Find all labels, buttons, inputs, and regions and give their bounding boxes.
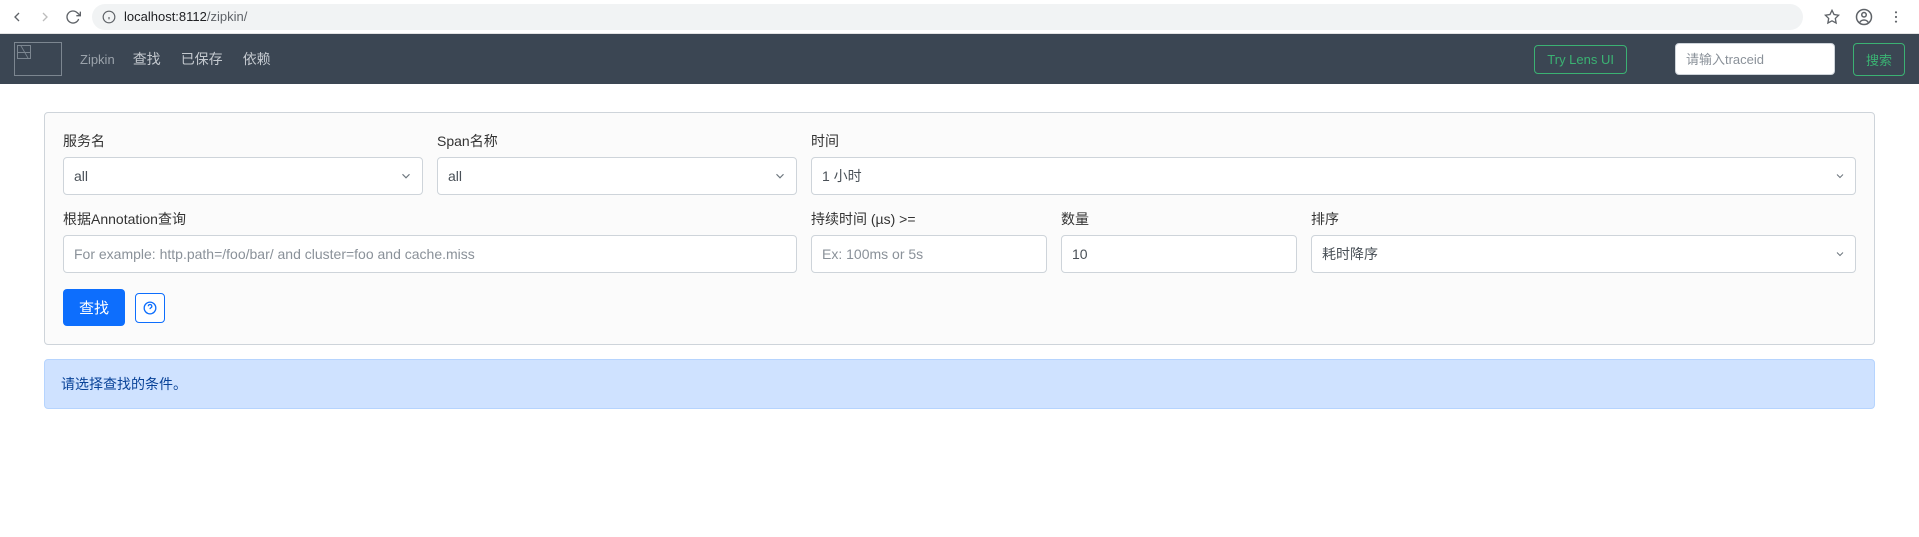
field-span: Span名称	[437, 131, 797, 195]
field-sort: 排序 耗时降序	[1311, 209, 1856, 273]
limit-input[interactable]	[1061, 235, 1297, 273]
header-search-button[interactable]: 搜索	[1853, 43, 1905, 76]
service-select[interactable]	[63, 157, 423, 195]
star-icon[interactable]	[1823, 8, 1841, 26]
time-select[interactable]: 1 小时	[811, 157, 1856, 195]
sort-select[interactable]: 耗时降序	[1311, 235, 1856, 273]
row-2: 根据Annotation查询 持续时间 (µs) >= 数量 排序 耗时降序	[63, 209, 1856, 273]
search-panel: 服务名 Span名称 时间	[44, 112, 1875, 345]
traceid-input[interactable]	[1675, 43, 1835, 75]
actions-row: 查找	[63, 289, 1856, 326]
broken-image-icon	[17, 45, 31, 59]
back-icon[interactable]	[8, 8, 26, 26]
address-bar[interactable]: localhost:8112/zipkin/	[92, 4, 1803, 30]
alert-message: 请选择查找的条件。	[61, 376, 187, 392]
field-limit: 数量	[1061, 209, 1297, 273]
nav-saved[interactable]: 已保存	[181, 49, 223, 69]
try-lens-button[interactable]: Try Lens UI	[1534, 45, 1627, 74]
browser-right-icons	[1823, 8, 1905, 26]
forward-icon[interactable]	[36, 8, 54, 26]
field-time: 时间 1 小时	[811, 131, 1856, 195]
span-select[interactable]	[437, 157, 797, 195]
profile-icon[interactable]	[1855, 8, 1873, 26]
label-time: 时间	[811, 131, 1856, 151]
label-duration: 持续时间 (µs) >=	[811, 209, 1047, 229]
label-limit: 数量	[1061, 209, 1297, 229]
label-span: Span名称	[437, 131, 797, 151]
logo-placeholder	[14, 42, 62, 76]
time-select-wrap: 1 小时	[811, 157, 1856, 195]
url-text: localhost:8112/zipkin/	[124, 9, 247, 24]
field-service: 服务名	[63, 131, 423, 195]
nav-links: 查找 已保存 依赖	[133, 49, 271, 69]
field-annotation: 根据Annotation查询	[63, 209, 797, 273]
duration-input[interactable]	[811, 235, 1047, 273]
help-button[interactable]	[135, 293, 165, 323]
nav-find[interactable]: 查找	[133, 49, 161, 69]
label-service: 服务名	[63, 131, 423, 151]
span-select-wrap	[437, 157, 797, 195]
nav-deps[interactable]: 依赖	[243, 49, 271, 69]
service-select-wrap	[63, 157, 423, 195]
main-container: 服务名 Span名称 时间	[0, 84, 1919, 437]
browser-chrome: localhost:8112/zipkin/	[0, 0, 1919, 34]
reload-icon[interactable]	[64, 8, 82, 26]
alert-info: 请选择查找的条件。	[44, 359, 1875, 409]
more-icon[interactable]	[1887, 8, 1905, 26]
sort-select-wrap: 耗时降序	[1311, 235, 1856, 273]
label-sort: 排序	[1311, 209, 1856, 229]
row-1: 服务名 Span名称 时间	[63, 131, 1856, 195]
annotation-input[interactable]	[63, 235, 797, 273]
brand-label: Zipkin	[80, 52, 115, 67]
label-annotation: 根据Annotation查询	[63, 209, 797, 229]
help-icon	[143, 301, 157, 315]
info-icon	[102, 10, 116, 24]
app-header: Zipkin 查找 已保存 依赖 Try Lens UI 搜索	[0, 34, 1919, 84]
find-button[interactable]: 查找	[63, 289, 125, 326]
field-duration: 持续时间 (µs) >=	[811, 209, 1047, 273]
